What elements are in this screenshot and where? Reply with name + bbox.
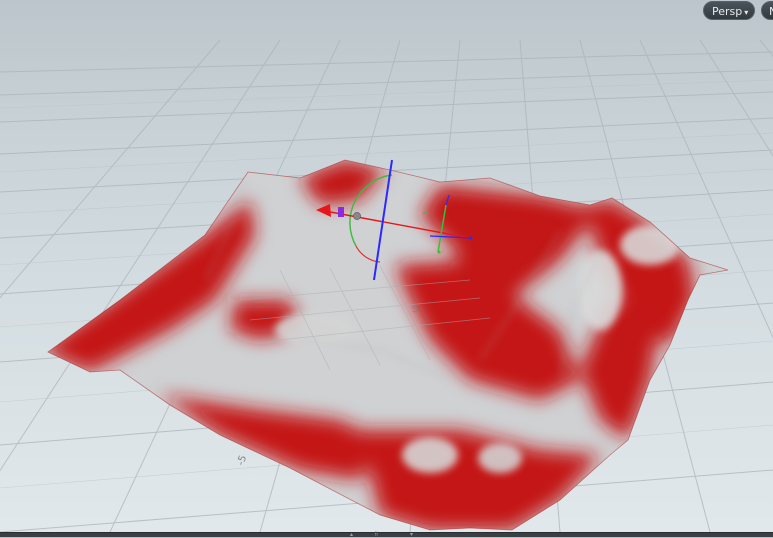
scene-viewport[interactable]: -5 5 Persp▾ N (0, 0, 773, 532)
chevron-down-icon: ▾ (744, 8, 749, 17)
expand-arrow-icon[interactable]: ▾ (410, 532, 413, 538)
camera-menu-label: Persp (712, 5, 743, 18)
camera-menu-button[interactable]: Persp ▾ (703, 1, 755, 20)
display-menu-label: N (769, 5, 773, 18)
svg-text:5: 5 (412, 305, 418, 315)
svg-text:-5: -5 (235, 454, 249, 467)
scene-canvas[interactable]: -5 5 (0, 0, 773, 532)
pivot-center (353, 212, 361, 220)
scale-handle (338, 207, 344, 217)
drag-handle-icon[interactable]: ⠿ (374, 532, 378, 538)
viewport-status-bar: ▴ ⠿ ▾ (0, 532, 773, 538)
collapse-arrow-icon[interactable]: ▴ (350, 532, 353, 538)
display-menu-button[interactable]: N (761, 1, 773, 20)
